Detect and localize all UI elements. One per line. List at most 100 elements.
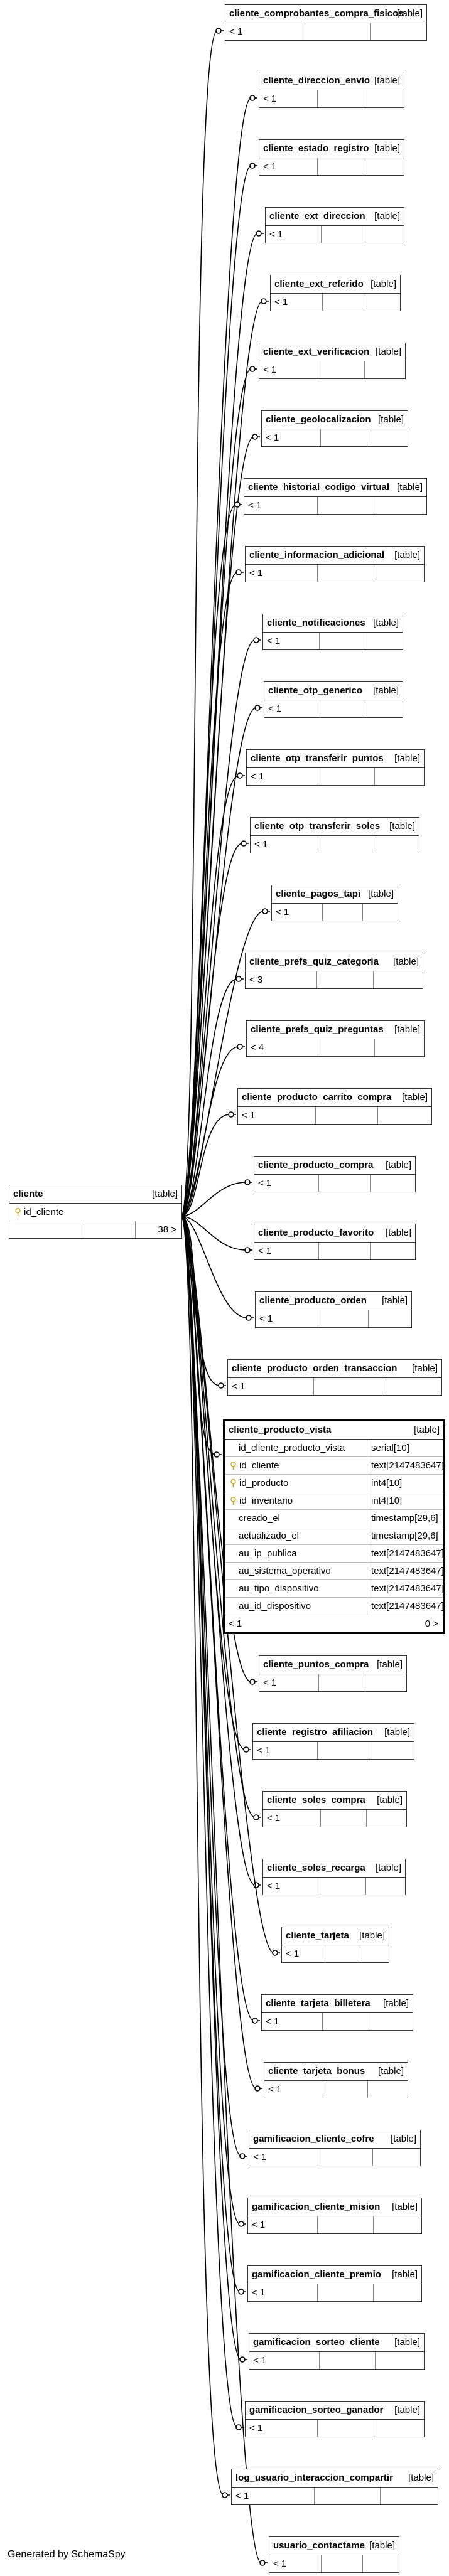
- table-cliente-tarjeta[interactable]: cliente_tarjeta [table] < 1: [281, 1927, 389, 1963]
- table-cliente-producto-orden[interactable]: cliente_producto_orden [table] < 1: [255, 1291, 412, 1328]
- table-cliente-ext-referido[interactable]: cliente_ext_referido [table] < 1: [270, 275, 401, 311]
- table-header: cliente_direccion_envio [table]: [259, 72, 404, 90]
- table-log-usuario-interaccion-compartir[interactable]: log_usuario_interaccion_compartir [table]…: [231, 2469, 438, 2505]
- table-usuario-contactame[interactable]: usuario_contactame [table] < 1: [269, 2536, 399, 2573]
- table-name[interactable]: cliente_otp_transferir_soles: [254, 821, 380, 831]
- column-name: id_producto: [239, 1478, 289, 1488]
- table-cliente-notificaciones[interactable]: cliente_notificaciones [table] < 1: [262, 614, 403, 650]
- cardinality-marker: [235, 569, 242, 575]
- table-cliente-producto-carrito-compra[interactable]: cliente_producto_carrito_compra [table] < …: [237, 1088, 432, 1125]
- table-footer: < 1 0 >: [225, 1615, 443, 1632]
- table-name[interactable]: cliente_comprobantes_compra_fisicos: [229, 8, 404, 19]
- table-cliente-historial-codigo-virtual[interactable]: cliente_historial_codigo_virtual [table] <…: [244, 478, 427, 515]
- column-row[interactable]: creado_el timestamp[29,6]: [225, 1510, 443, 1527]
- table-name[interactable]: gamificacion_cliente_mision: [252, 2201, 380, 2212]
- table-cliente-soles-compra[interactable]: cliente_soles_compra [table] < 1: [262, 1791, 407, 1827]
- table-name[interactable]: usuario_contactame: [273, 2540, 365, 2551]
- table-cliente-informacion-adicional[interactable]: cliente_informacion_adicional [table] < 1: [245, 546, 425, 582]
- table-name[interactable]: cliente_tarjeta_bonus: [268, 2066, 365, 2076]
- table-name[interactable]: cliente: [13, 1189, 43, 1199]
- table-name[interactable]: cliente_registro_afiliacion: [257, 1727, 373, 1738]
- table-cliente-direccion-envio[interactable]: cliente_direccion_envio [table] < 1: [259, 72, 404, 108]
- table-kind: [table]: [374, 211, 400, 222]
- table-cliente-geolocalizacion[interactable]: cliente_geolocalizacion [table] < 1: [261, 410, 408, 447]
- column-row[interactable]: ⚲ id_inventario int4[10]: [225, 1492, 443, 1510]
- table-name[interactable]: cliente_producto_favorito: [258, 1227, 374, 1238]
- table-cliente-ext-verificacion[interactable]: cliente_ext_verificacion [table] < 1: [259, 343, 406, 379]
- table-name[interactable]: gamificacion_sorteo_ganador: [249, 2405, 383, 2415]
- table-gamificacion-sorteo-cliente[interactable]: gamificacion_sorteo_cliente [table] < 1: [249, 2333, 425, 2370]
- column-row[interactable]: ⚲ id_producto int4[10]: [225, 1475, 443, 1492]
- table-name[interactable]: log_usuario_interaccion_compartir: [235, 2472, 393, 2483]
- table-name[interactable]: cliente_ext_direccion: [269, 211, 365, 222]
- table-cliente-producto-favorito[interactable]: cliente_producto_favorito [table] < 1: [254, 1224, 416, 1260]
- cliente-table[interactable]: cliente [table] ⚲ id_cliente 38 >: [9, 1185, 182, 1239]
- table-name[interactable]: cliente_tarjeta: [286, 1930, 349, 1941]
- table-footer: < 1: [272, 904, 398, 921]
- table-name[interactable]: gamificacion_cliente_premio: [252, 2269, 381, 2280]
- column-row[interactable]: ⚲ id_cliente text[2147483647]: [225, 1457, 444, 1475]
- table-cliente-registro-afiliacion[interactable]: cliente_registro_afiliacion [table] < 1: [252, 1723, 414, 1760]
- table-cliente-prefs-quiz-preguntas[interactable]: cliente_prefs_quiz_preguntas [table] < 4: [246, 1020, 425, 1057]
- table-gamificacion-cliente-premio[interactable]: gamificacion_cliente_premio [table] < 1: [247, 2265, 422, 2302]
- table-name[interactable]: cliente_puntos_compra: [263, 1659, 369, 1670]
- table-name[interactable]: cliente_producto_orden_transaccion: [232, 1363, 397, 1374]
- parent-count: < 1: [252, 2220, 266, 2230]
- column-row[interactable]: au_ip_publica text[2147483647]: [225, 1545, 444, 1563]
- table-gamificacion-cliente-mision[interactable]: gamificacion_cliente_mision [table] < 1: [247, 2198, 422, 2234]
- table-cliente-producto-orden-transaccion[interactable]: cliente_producto_orden_transaccion [table…: [227, 1359, 442, 1396]
- table-cliente-otp-transferir-puntos[interactable]: cliente_otp_transferir_puntos [table] < 1: [246, 749, 425, 786]
- table-cliente-prefs-quiz-categoria[interactable]: cliente_prefs_quiz_categoria [table] < 3: [245, 953, 423, 989]
- table-name[interactable]: cliente_otp_transferir_puntos: [251, 753, 384, 764]
- table-name[interactable]: cliente_ext_referido: [274, 279, 364, 289]
- table-name[interactable]: cliente_direccion_envio: [263, 75, 370, 86]
- column-row[interactable]: ⚲ id_cliente: [9, 1204, 181, 1221]
- table-cliente-otp-transferir-soles[interactable]: cliente_otp_transferir_soles [table] < 1: [250, 817, 419, 853]
- table-cliente-ext-direccion[interactable]: cliente_ext_direccion [table] < 1: [265, 207, 404, 243]
- table-gamificacion-cliente-cofre[interactable]: gamificacion_cliente_cofre [table] < 1: [249, 2130, 421, 2166]
- table-name[interactable]: cliente_prefs_quiz_categoria: [249, 956, 379, 967]
- table-name[interactable]: cliente_historial_codigo_virtual: [248, 482, 389, 493]
- cardinality-marker: [246, 1315, 252, 1321]
- table-name[interactable]: cliente_notificaciones: [267, 617, 365, 628]
- table-name[interactable]: cliente_informacion_adicional: [249, 550, 384, 560]
- column-row[interactable]: actualizado_el timestamp[29,6]: [225, 1527, 443, 1545]
- table-cliente-otp-generico[interactable]: cliente_otp_generico [table] < 1: [264, 681, 403, 718]
- table-name[interactable]: cliente_producto_vista: [229, 1424, 331, 1435]
- column-row[interactable]: au_id_dispositivo text[2147483647]: [225, 1598, 444, 1615]
- table-name[interactable]: cliente_estado_registro: [263, 143, 369, 154]
- table-name[interactable]: cliente_pagos_tapi: [276, 889, 360, 899]
- table-cliente-pagos-tapi[interactable]: cliente_pagos_tapi [table] < 1: [271, 885, 398, 921]
- child-count[interactable]: 0 >: [425, 1615, 438, 1632]
- column-row[interactable]: id_cliente_producto_vista serial[10]: [225, 1440, 443, 1457]
- table-name[interactable]: cliente_producto_orden: [259, 1295, 367, 1306]
- table-footer: < 1: [262, 2013, 413, 2030]
- table-name[interactable]: gamificacion_cliente_cofre: [253, 2134, 374, 2144]
- table-cliente-producto-compra[interactable]: cliente_producto_compra [table] < 1: [254, 1156, 416, 1192]
- table-cliente-tarjeta-billetera[interactable]: cliente_tarjeta_billetera [table] < 1: [261, 1994, 413, 2031]
- table-name[interactable]: cliente_geolocalizacion: [266, 414, 371, 425]
- table-name[interactable]: cliente_otp_generico: [268, 685, 362, 696]
- table-cliente-soles-recarga[interactable]: cliente_soles_recarga [table] < 1: [262, 1859, 406, 1895]
- table-gamificacion-sorteo-ganador[interactable]: gamificacion_sorteo_ganador [table] < 1: [245, 2401, 425, 2437]
- table-name[interactable]: gamificacion_sorteo_cliente: [253, 2337, 380, 2348]
- table-name[interactable]: cliente_soles_compra: [267, 1795, 365, 1805]
- column-row[interactable]: au_sistema_operativo text[2147483647]: [225, 1563, 444, 1580]
- table-cliente-puntos-compra[interactable]: cliente_puntos_compra [table] < 1: [259, 1655, 407, 1692]
- column-row[interactable]: au_tipo_dispositivo text[2147483647]: [225, 1580, 444, 1598]
- table-kind: [table]: [384, 1727, 410, 1738]
- table-name[interactable]: cliente_ext_verificacion: [263, 346, 369, 357]
- table-name[interactable]: cliente_prefs_quiz_preguntas: [251, 1024, 384, 1035]
- parent-count: < 1: [232, 1381, 246, 1392]
- table-cliente-tarjeta-bonus[interactable]: cliente_tarjeta_bonus [table] < 1: [264, 2062, 408, 2098]
- cliente-producto-vista-table[interactable]: cliente_producto_vista [table] id_client…: [223, 1419, 445, 1634]
- table-cliente-estado-registro[interactable]: cliente_estado_registro [table] < 1: [259, 139, 404, 176]
- table-cliente-comprobantes-compra-fisicos[interactable]: cliente_comprobantes_compra_fisicos [tabl…: [225, 4, 427, 41]
- table-name[interactable]: cliente_tarjeta_billetera: [266, 1998, 371, 2009]
- table-footer: < 1: [249, 2352, 424, 2369]
- foreign-key-icon: ⚲: [230, 1495, 237, 1506]
- table-name[interactable]: cliente_producto_carrito_compra: [242, 1092, 391, 1103]
- child-count[interactable]: 38 >: [158, 1221, 176, 1238]
- table-name[interactable]: cliente_soles_recarga: [267, 1863, 365, 1873]
- table-name[interactable]: cliente_producto_compra: [258, 1160, 373, 1170]
